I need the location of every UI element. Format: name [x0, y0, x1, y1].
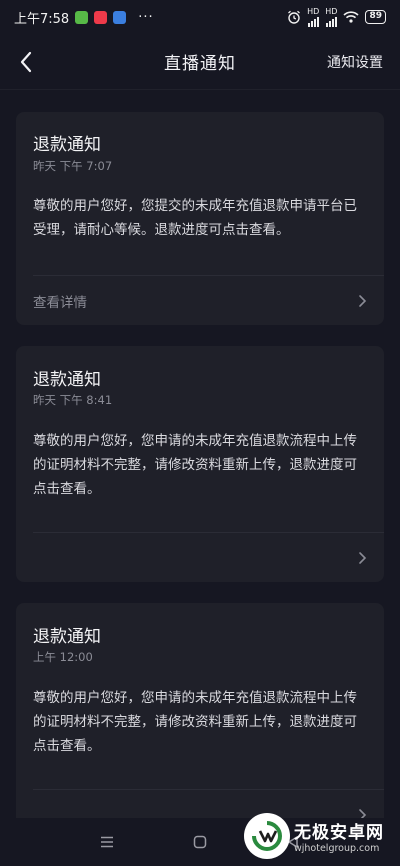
- notification-card[interactable]: 退款通知 昨天 下午 8:41 尊敬的用户您好，您申请的未成年充值退款流程中上传…: [16, 346, 384, 582]
- watermark-url: wjhotelgroup.com: [294, 843, 380, 854]
- notification-card[interactable]: 退款通知 上午 12:00 尊敬的用户您好，您申请的未成年充值退款流程中上传的证…: [16, 603, 384, 843]
- chevron-right-icon: [359, 552, 367, 564]
- status-time: 上午7:58: [14, 11, 70, 27]
- chevron-right-icon: [359, 295, 367, 307]
- card-title: 退款通知: [33, 627, 101, 647]
- battery-icon: 89: [365, 10, 386, 24]
- view-details-link[interactable]: 查看详情: [16, 276, 384, 326]
- home-button[interactable]: [190, 832, 210, 852]
- page-title: 直播通知: [164, 54, 236, 74]
- notification-card[interactable]: 退款通知 昨天 下午 7:07 尊敬的用户您好，您提交的未成年充值退款申请平台已…: [16, 112, 384, 325]
- card-title: 退款通知: [33, 135, 101, 155]
- watermark-logo-icon: [244, 813, 290, 859]
- menu-button[interactable]: [97, 832, 117, 852]
- wifi-icon: [343, 11, 360, 23]
- menu-icon: [101, 836, 113, 848]
- signal-icon-2: HD: [325, 7, 337, 27]
- header-bar: 直播通知 通知设置: [0, 34, 400, 90]
- more-notifications-icon: ···: [138, 9, 154, 25]
- card-title: 退款通知: [33, 370, 101, 390]
- view-details-label: 查看详情: [33, 295, 87, 311]
- status-bar: 上午7:58 ··· HD HD 89: [0, 0, 400, 34]
- notification-page: 上午7:58 ··· HD HD 89 直播通知 通知设置 退款通知 昨天 下午…: [0, 0, 400, 866]
- wechat-notification-icon: [75, 10, 89, 24]
- watermark: 无极安卓网 wjhotelgroup.com: [244, 810, 396, 862]
- card-body: 尊敬的用户您好，您申请的未成年充值退款流程中上传的证明材料不完整，请修改资料重新…: [33, 690, 357, 754]
- card-time: 昨天 下午 7:07: [33, 159, 113, 173]
- network-type-label-2: HD: [325, 7, 338, 16]
- home-icon: [193, 835, 207, 849]
- signal-icon: HD: [307, 7, 319, 27]
- alarm-icon: [288, 10, 301, 24]
- back-button[interactable]: [14, 48, 38, 76]
- card-time: 上午 12:00: [33, 650, 93, 664]
- card-body: 尊敬的用户您好，您申请的未成年充值退款流程中上传的证明材料不完整，请修改资料重新…: [33, 433, 357, 497]
- notification-settings-button[interactable]: 通知设置: [327, 52, 383, 72]
- card-time: 昨天 下午 8:41: [33, 393, 113, 407]
- network-type-label: HD: [307, 7, 320, 16]
- watermark-name: 无极安卓网: [294, 823, 384, 843]
- view-details-link[interactable]: [16, 533, 384, 583]
- app-notification-icon: [94, 10, 108, 24]
- app-notification-icon-2: [113, 10, 127, 24]
- card-body: 尊敬的用户您好，您提交的未成年充值退款申请平台已受理，请耐心等候。退款进度可点击…: [33, 198, 357, 238]
- back-arrow-icon: [20, 51, 32, 73]
